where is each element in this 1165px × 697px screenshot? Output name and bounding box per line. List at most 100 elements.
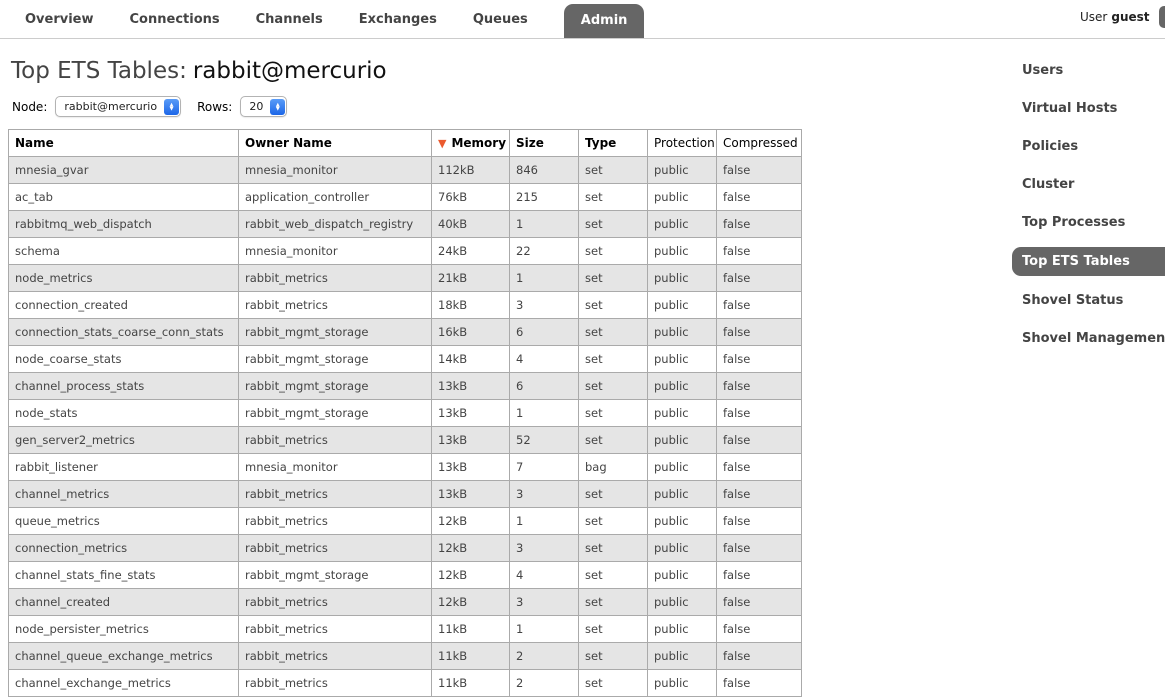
cell-protection: public [648,211,717,238]
cell-owner-name: rabbit_mgmt_storage [239,346,432,373]
cell-type: set [579,184,648,211]
cell-type: set [579,481,648,508]
cell-owner-name: mnesia_monitor [239,157,432,184]
cell-compressed: false [717,319,802,346]
cell-owner-name: rabbit_metrics [239,427,432,454]
cell-type: set [579,238,648,265]
cell-type: set [579,562,648,589]
cell-compressed: false [717,481,802,508]
cell-size: 1 [510,616,579,643]
sidebar-item-top-ets-tables[interactable]: Top ETS Tables [1012,247,1165,276]
cell-memory: 16kB [432,319,510,346]
cell-type: set [579,265,648,292]
sidebar-item-top-processes[interactable]: Top Processes [1012,209,1165,236]
cell-owner-name: rabbit_metrics [239,643,432,670]
node-select[interactable]: rabbit@mercurio ▲ ▼ [55,96,181,117]
cell-owner-name: rabbit_metrics [239,292,432,319]
cell-protection: public [648,400,717,427]
cell-owner-name: rabbit_metrics [239,670,432,697]
cell-owner-name: rabbit_mgmt_storage [239,319,432,346]
cell-compressed: false [717,562,802,589]
tab-exchanges[interactable]: Exchanges [359,12,437,38]
user-label: User [1080,10,1107,24]
table-row: node_stats rabbit_mgmt_storage 13kB 1 se… [9,400,802,427]
sidebar-item-policies[interactable]: Policies [1012,133,1165,160]
sidebar-item-shovel-status[interactable]: Shovel Status [1012,287,1165,314]
cell-protection: public [648,265,717,292]
ets-tables-table: NameOwner Name▼MemorySizeTypeProtectionC… [8,129,802,697]
table-row: channel_queue_exchange_metrics rabbit_me… [9,643,802,670]
cell-name: gen_server2_metrics [9,427,239,454]
column-header-owner-name[interactable]: Owner Name [239,130,432,157]
cell-type: set [579,616,648,643]
cell-size: 22 [510,238,579,265]
column-header-type[interactable]: Type [579,130,648,157]
cell-protection: public [648,508,717,535]
cell-name: mnesia_gvar [9,157,239,184]
cell-memory: 13kB [432,454,510,481]
cell-type: set [579,670,648,697]
cell-compressed: false [717,265,802,292]
page-title: Top ETS Tables:rabbit@mercurio [11,58,1165,84]
sidebar-item-virtual-hosts[interactable]: Virtual Hosts [1012,95,1165,122]
sidebar-item-users[interactable]: Users [1012,57,1165,84]
table-row: node_metrics rabbit_metrics 21kB 1 set p… [9,265,802,292]
table-row: mnesia_gvar mnesia_monitor 112kB 846 set… [9,157,802,184]
sidebar-item-shovel-management[interactable]: Shovel Management [1012,325,1165,352]
column-header-size[interactable]: Size [510,130,579,157]
cell-owner-name: application_controller [239,184,432,211]
cell-size: 2 [510,643,579,670]
cell-protection: public [648,373,717,400]
table-row: connection_created rabbit_metrics 18kB 3… [9,292,802,319]
chevron-down-icon: ▼ [276,107,280,111]
table-body: mnesia_gvar mnesia_monitor 112kB 846 set… [9,157,802,697]
cell-protection: public [648,589,717,616]
cell-memory: 13kB [432,373,510,400]
cell-owner-name: rabbit_metrics [239,265,432,292]
tab-channels[interactable]: Channels [256,12,323,38]
cell-compressed: false [717,589,802,616]
node-select-label: Node: [12,100,47,114]
cell-compressed: false [717,508,802,535]
column-header-name[interactable]: Name [9,130,239,157]
cell-name: queue_metrics [9,508,239,535]
sidebar-item-cluster[interactable]: Cluster [1012,171,1165,198]
cell-size: 6 [510,373,579,400]
cell-protection: public [648,562,717,589]
table-row: queue_metrics rabbit_metrics 12kB 1 set … [9,508,802,535]
cell-owner-name: rabbit_web_dispatch_registry [239,211,432,238]
nav-tabs: Overview Connections Channels Exchanges Queu… [0,0,1165,38]
select-stepper-icon: ▲ ▼ [270,99,285,115]
cell-owner-name: rabbit_metrics [239,589,432,616]
cell-size: 1 [510,508,579,535]
cell-owner-name: rabbit_metrics [239,535,432,562]
cell-type: set [579,211,648,238]
tab-connections[interactable]: Connections [130,12,220,38]
cell-size: 4 [510,346,579,373]
cell-compressed: false [717,184,802,211]
cell-memory: 12kB [432,508,510,535]
sort-desc-icon: ▼ [438,137,446,150]
cell-memory: 14kB [432,346,510,373]
table-row: channel_metrics rabbit_metrics 13kB 3 se… [9,481,802,508]
cell-compressed: false [717,616,802,643]
column-header-memory[interactable]: ▼Memory [432,130,510,157]
rows-select[interactable]: 20 ▲ ▼ [240,96,287,117]
page-title-label: Top ETS Tables: [11,58,187,84]
filters-bar: Node: rabbit@mercurio ▲ ▼ Rows: 20 ▲ ▼ [12,96,1165,117]
cell-memory: 12kB [432,562,510,589]
tab-queues[interactable]: Queues [473,12,528,38]
cell-memory: 11kB [432,643,510,670]
cell-compressed: false [717,211,802,238]
cell-protection: public [648,346,717,373]
cell-protection: public [648,319,717,346]
tab-admin[interactable]: Admin [564,4,645,38]
cell-compressed: false [717,535,802,562]
cell-memory: 76kB [432,184,510,211]
cell-type: set [579,346,648,373]
tab-overview[interactable]: Overview [25,12,94,38]
logout-button[interactable]: Log out [1159,6,1165,28]
cell-protection: public [648,454,717,481]
cell-type: set [579,373,648,400]
cell-compressed: false [717,643,802,670]
